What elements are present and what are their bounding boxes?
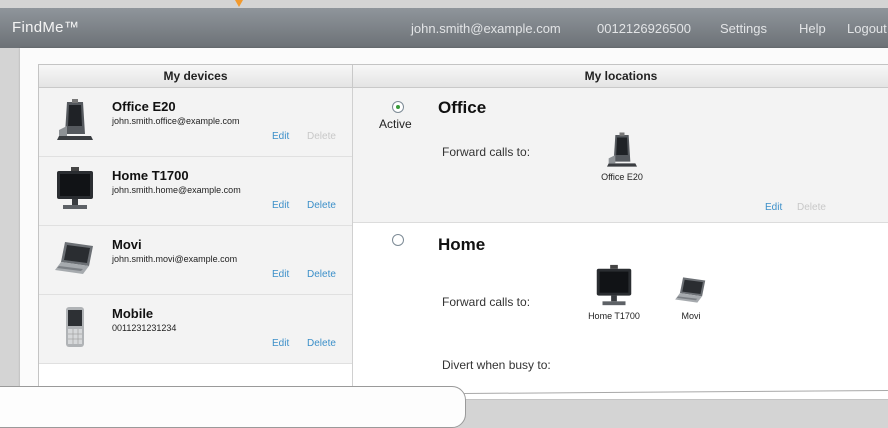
device-edit-link[interactable]: Edit bbox=[272, 200, 289, 211]
mobile-phone-icon bbox=[66, 307, 84, 347]
device-item-mobile[interactable]: Mobile 0011231231234 Edit Delete bbox=[39, 295, 352, 364]
forward-calls-label: Forward calls to: bbox=[442, 145, 531, 159]
my-devices-heading: My devices bbox=[39, 65, 353, 88]
divert-busy-label: Divert when busy to: bbox=[442, 358, 551, 372]
device-name: Home T1700 bbox=[112, 168, 189, 183]
device-delete-link[interactable]: Delete bbox=[307, 200, 336, 211]
device-edit-link[interactable]: Edit bbox=[272, 338, 289, 349]
callout-line bbox=[463, 390, 888, 404]
settings-link[interactable]: Settings bbox=[720, 21, 767, 36]
top-pointer-marker bbox=[235, 0, 243, 7]
forward-target-home-t1700: Home T1700 bbox=[579, 263, 649, 321]
forward-calls-label: Forward calls to: bbox=[442, 295, 531, 309]
device-item-home-t1700[interactable]: Home T1700 john.smith.home@example.com E… bbox=[39, 157, 352, 226]
device-name: Mobile bbox=[112, 306, 154, 321]
device-address: john.smith.home@example.com bbox=[112, 185, 241, 195]
device-item-movi[interactable]: Movi john.smith.movi@example.com Edit De… bbox=[39, 226, 352, 295]
desk-videophone-icon bbox=[607, 132, 637, 167]
device-address: john.smith.office@example.com bbox=[112, 116, 240, 126]
my-locations-heading: My locations bbox=[353, 65, 888, 88]
video-monitor-icon bbox=[596, 264, 632, 306]
laptop-icon bbox=[675, 277, 706, 303]
location-item-office: Active Office Forward calls to: Office E… bbox=[353, 88, 888, 223]
app-brand: FindMe™ bbox=[12, 19, 80, 36]
active-label: Active bbox=[379, 117, 412, 131]
location-title: Office bbox=[438, 98, 487, 117]
user-number-link[interactable]: 0012126926500 bbox=[597, 21, 691, 36]
location-radio-home[interactable] bbox=[392, 234, 404, 246]
video-monitor-icon bbox=[57, 167, 93, 209]
logout-link[interactable]: Logout bbox=[847, 21, 887, 36]
device-name: Office E20 bbox=[112, 99, 176, 114]
user-email-link[interactable]: john.smith@example.com bbox=[411, 21, 561, 36]
laptop-icon bbox=[55, 242, 93, 274]
device-item-office-e20[interactable]: Office E20 john.smith.office@example.com… bbox=[39, 88, 352, 157]
target-name: Office E20 bbox=[601, 172, 643, 182]
devices-list: Office E20 john.smith.office@example.com… bbox=[39, 88, 353, 399]
top-bar: FindMe™ john.smith@example.com 001212692… bbox=[0, 8, 888, 48]
location-radio-office[interactable] bbox=[392, 101, 404, 113]
location-delete-link: Delete bbox=[797, 202, 826, 213]
desk-videophone-icon bbox=[57, 99, 93, 140]
device-name: Movi bbox=[112, 237, 142, 252]
forward-target-office-e20: Office E20 bbox=[587, 130, 657, 182]
device-delete-link[interactable]: Delete bbox=[307, 338, 336, 349]
callout-bubble bbox=[0, 386, 466, 428]
device-address: 0011231231234 bbox=[112, 323, 177, 333]
help-link[interactable]: Help bbox=[799, 21, 826, 36]
location-title: Home bbox=[438, 235, 486, 254]
device-address: john.smith.movi@example.com bbox=[112, 254, 238, 264]
location-edit-link[interactable]: Edit bbox=[765, 202, 782, 213]
device-delete-link[interactable]: Delete bbox=[307, 269, 336, 280]
main-panel: My devices My locations Office E20 john.… bbox=[20, 48, 888, 400]
forward-target-movi: Movi bbox=[656, 271, 726, 321]
device-edit-link[interactable]: Edit bbox=[272, 131, 289, 142]
target-name: Home T1700 bbox=[588, 311, 640, 321]
device-edit-link[interactable]: Edit bbox=[272, 269, 289, 280]
target-name: Movi bbox=[681, 311, 701, 321]
location-item-home: Home Forward calls to: Home T1700 Movi D… bbox=[353, 223, 888, 399]
findme-card: My devices My locations Office E20 john.… bbox=[38, 64, 888, 400]
device-delete-link: Delete bbox=[307, 131, 336, 142]
